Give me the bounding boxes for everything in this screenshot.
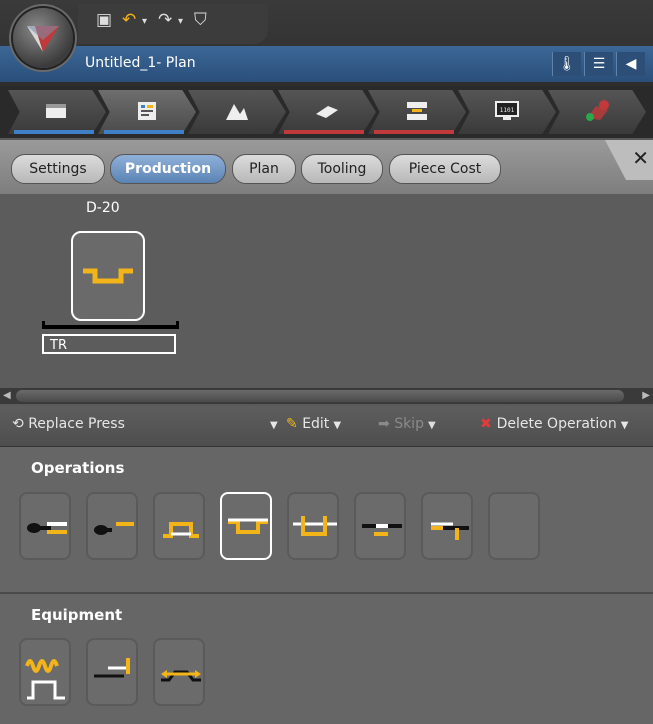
undo-icon[interactable]: ↶ <box>122 10 136 30</box>
skip-label: Skip <box>394 416 424 432</box>
tab-piece-cost[interactable]: Piece Cost <box>389 154 501 184</box>
app-logo-icon <box>27 26 59 52</box>
step-production[interactable] <box>98 90 196 134</box>
tab-tooling[interactable]: Tooling <box>301 154 383 184</box>
production-icon <box>138 102 156 120</box>
equip-heater-press-button[interactable] <box>19 638 71 706</box>
trim-icon <box>431 522 469 540</box>
transfer-icon <box>161 670 201 682</box>
tooling-icon <box>226 104 248 120</box>
step-blank[interactable] <box>278 90 376 134</box>
op-pierce-button[interactable] <box>86 492 138 560</box>
pierce-icon <box>27 522 67 534</box>
delete-x-icon: ✖ <box>480 416 497 432</box>
press-bed-line <box>42 321 179 329</box>
op-trim-button[interactable] <box>421 492 473 560</box>
close-icon[interactable]: ✕ <box>632 146 649 170</box>
skip-dropdown-icon[interactable]: ▼ <box>428 420 436 431</box>
horizontal-scrollbar[interactable]: ◀ ▶ <box>0 388 653 404</box>
equip-stop-button[interactable] <box>86 638 138 706</box>
scroll-thumb[interactable] <box>16 390 624 402</box>
edit-button[interactable]: ✎ Edit ▼ <box>286 416 341 432</box>
heater-press-icon <box>25 659 65 700</box>
svg-text:1101: 1101 <box>500 107 515 114</box>
skip-arrow-icon: ➡ <box>378 416 395 432</box>
app-menu-button[interactable] <box>13 8 73 68</box>
delete-operation-label: Delete Operation <box>496 416 617 432</box>
step-validate[interactable] <box>548 90 646 134</box>
scroll-left-icon[interactable]: ◀ <box>3 390 11 401</box>
op-flange-button[interactable] <box>287 492 339 560</box>
op-draw-button[interactable] <box>220 492 272 560</box>
checklist-icon[interactable]: ☰ <box>584 52 613 76</box>
skip-button[interactable]: ➡ Skip ▼ <box>378 416 436 432</box>
redo-icon[interactable]: ↷ <box>158 10 172 30</box>
op-cut-button[interactable] <box>354 492 406 560</box>
op-empty-slot[interactable] <box>488 492 540 560</box>
cut-icon <box>362 524 402 536</box>
replace-icon: ⟲ <box>12 416 29 432</box>
step-press[interactable] <box>368 90 466 134</box>
plan-canvas: D-20 TR <box>0 194 653 388</box>
save-icon[interactable]: ▣ <box>96 10 112 30</box>
filter-icon[interactable]: ⛉ <box>194 10 207 30</box>
op-pierce-left-button[interactable] <box>19 492 71 560</box>
equipment-header: Equipment <box>31 606 123 624</box>
operations-header: Operations <box>31 459 125 477</box>
undo-dropdown-icon[interactable]: ▾ <box>142 16 147 27</box>
press-icon <box>407 102 427 120</box>
press-label[interactable]: TR <box>42 334 176 354</box>
edit-label: Edit <box>302 416 330 432</box>
redo-dropdown-icon[interactable]: ▾ <box>178 16 183 27</box>
monitor-icon: 1101 <box>495 101 519 120</box>
tab-plan[interactable]: Plan <box>232 154 296 184</box>
edit-dropdown-icon[interactable]: ▼ <box>333 420 341 431</box>
step-part[interactable] <box>8 90 106 134</box>
flange-icon <box>293 516 337 536</box>
equip-transfer-button[interactable] <box>153 638 205 706</box>
form-up-icon <box>163 522 199 538</box>
draw-icon <box>228 518 268 534</box>
window-title: Untitled_1- Plan <box>85 55 196 71</box>
title-bar: Untitled_1- Plan 🌡 ☰ ◀ <box>0 46 653 82</box>
blank-icon <box>316 106 338 118</box>
quick-access-toolbar: ▣ ↶ ▾ ↷ ▾ ⛉ <box>78 4 268 44</box>
part-icon <box>46 104 66 118</box>
delete-dropdown-icon[interactable]: ▼ <box>621 420 629 431</box>
tab-settings[interactable]: Settings <box>11 154 105 184</box>
replace-press-button[interactable]: ⟲ Replace Press <box>12 416 125 432</box>
draw-operation-icon <box>83 268 133 284</box>
step-numeric[interactable]: 1101 <box>458 90 556 134</box>
collapse-arrow-icon[interactable]: ◀ <box>616 52 645 76</box>
delete-operation-button[interactable]: ✖ Delete Operation ▼ <box>480 416 628 432</box>
operation-toolbar: ⟲ Replace Press ▼ ✎ Edit ▼ ➡ Skip ▼ ✖ Dele… <box>0 406 653 447</box>
operation-card[interactable] <box>71 231 145 321</box>
pencil-icon: ✎ <box>286 416 303 432</box>
scroll-right-icon[interactable]: ▶ <box>642 390 650 401</box>
replace-press-label: Replace Press <box>28 416 125 432</box>
tab-production[interactable]: Production <box>110 154 226 184</box>
replace-press-dropdown-icon[interactable]: ▼ <box>266 416 278 432</box>
step-tooling[interactable] <box>188 90 286 134</box>
workflow-steps: 1101 <box>0 86 653 138</box>
thermometer-icon[interactable]: 🌡 <box>552 52 581 76</box>
stop-gauge-icon <box>94 658 130 678</box>
validate-icon <box>586 100 609 121</box>
pierce-trim-icon <box>94 522 134 535</box>
op-form-up-button[interactable] <box>153 492 205 560</box>
operations-panel: Operations <box>0 447 653 592</box>
equipment-panel: Equipment <box>0 594 653 724</box>
station-label: D-20 <box>86 200 120 216</box>
tab-bar: Settings Production Plan Tooling Piece C… <box>0 140 653 194</box>
